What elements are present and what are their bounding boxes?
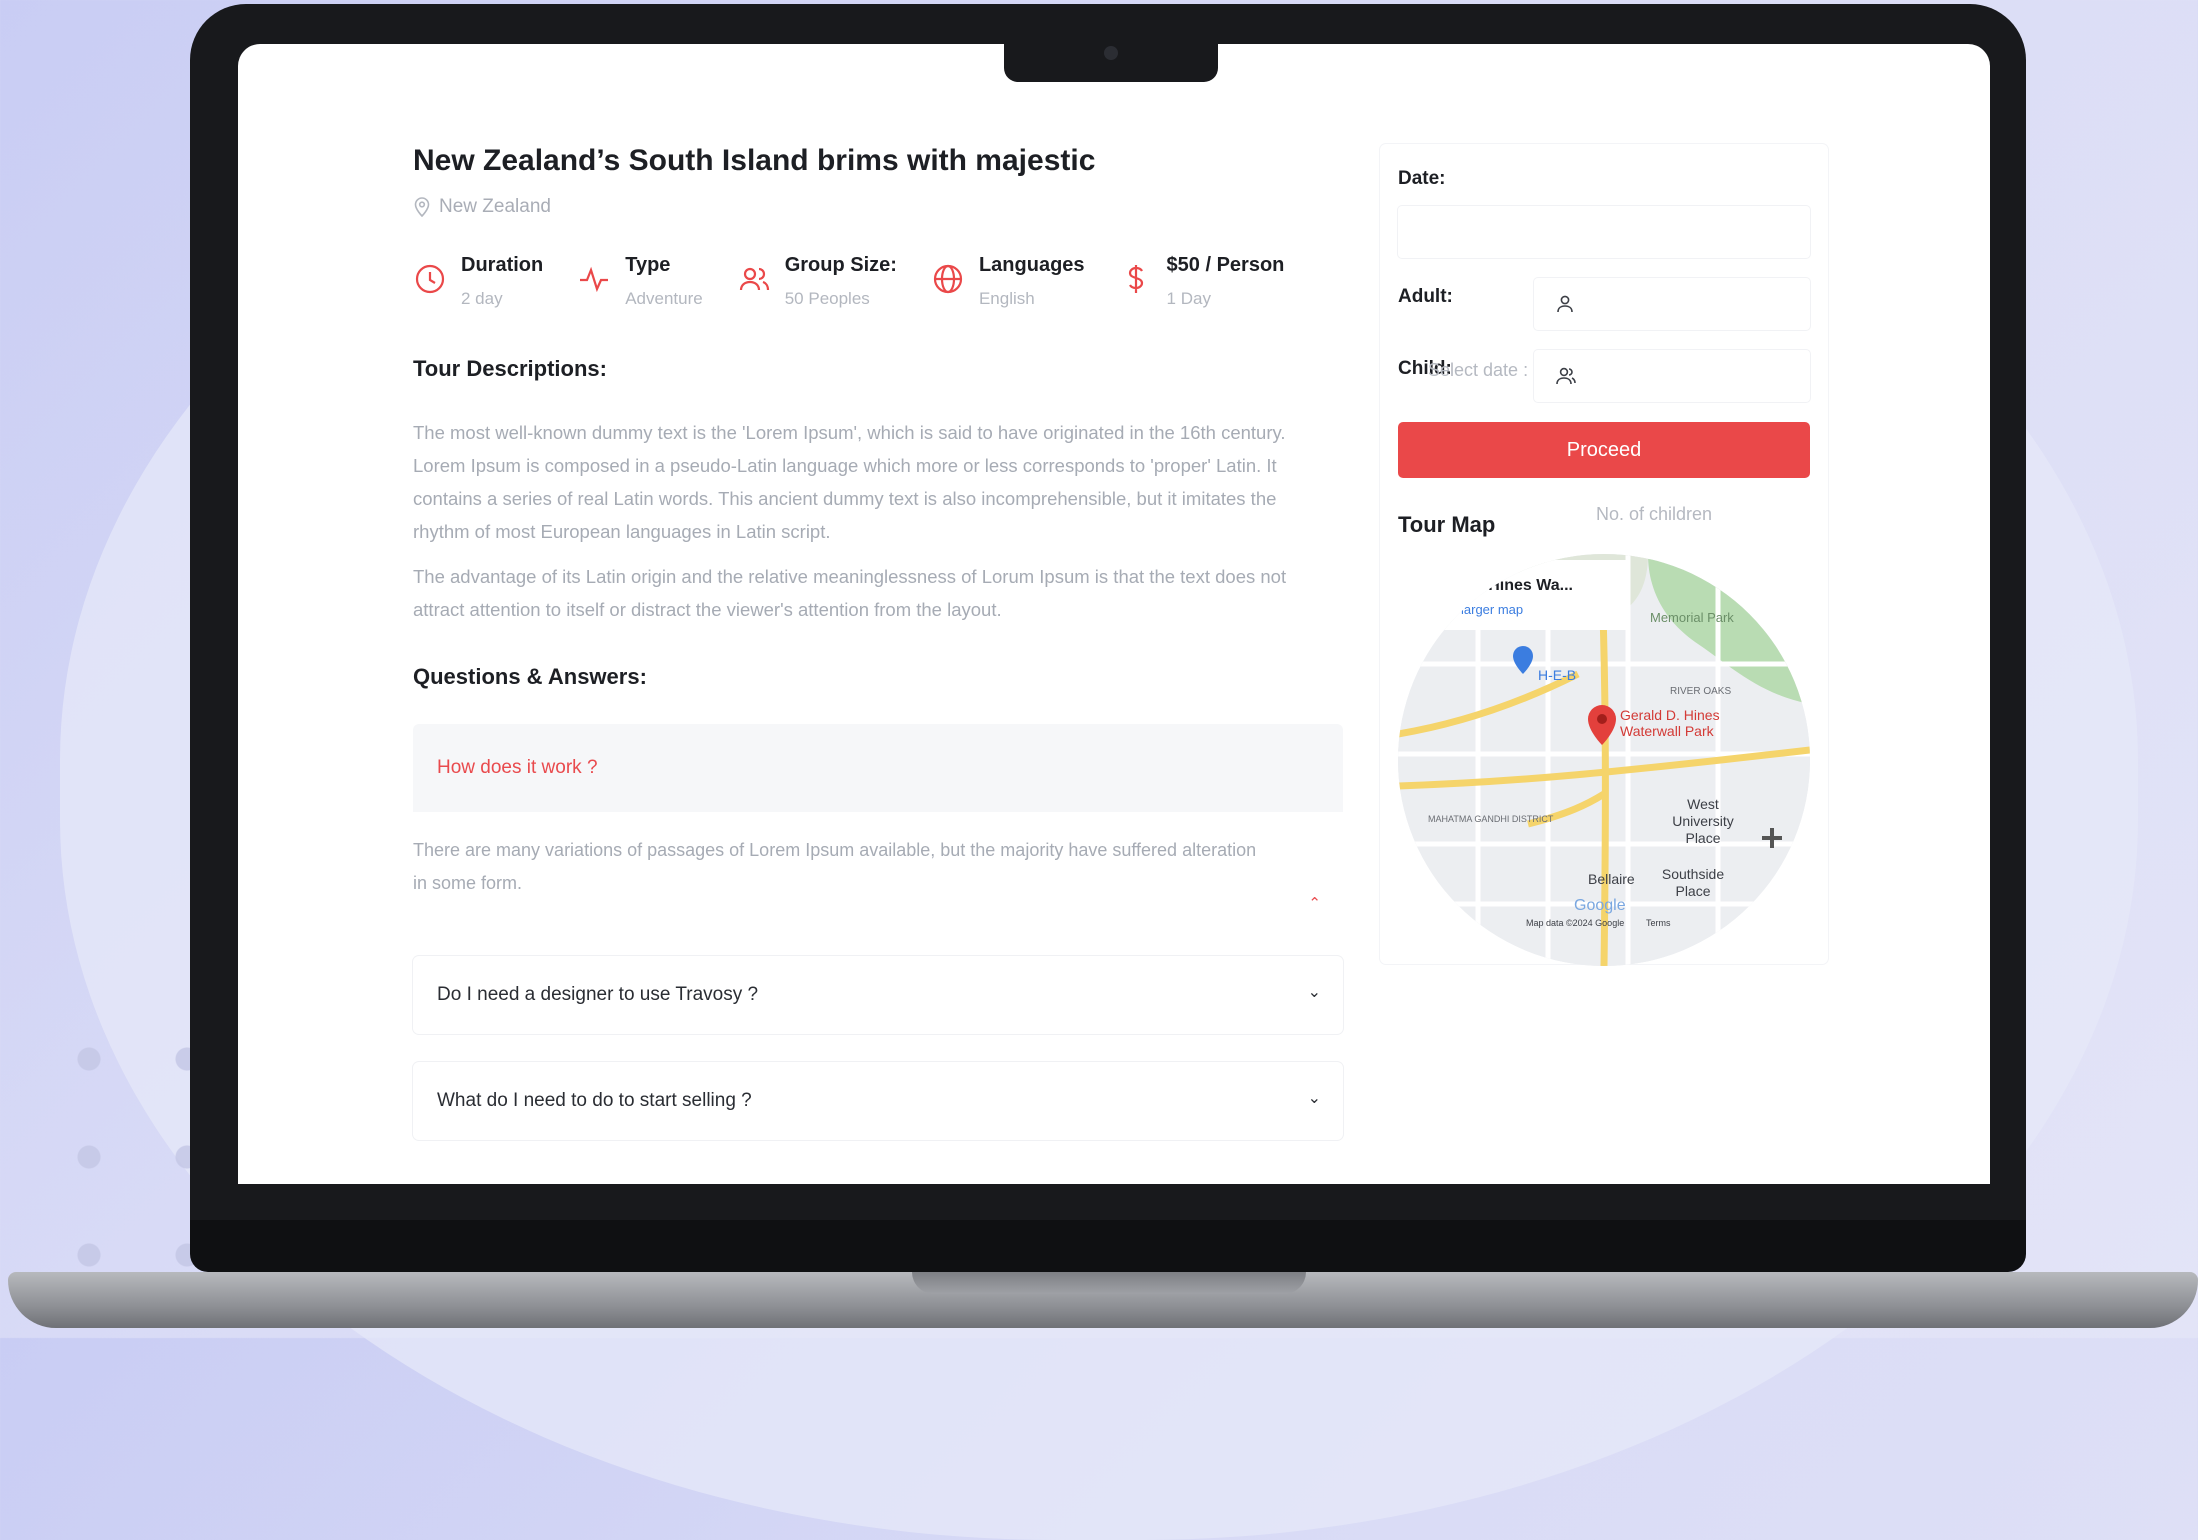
proceed-button[interactable]: Proceed — [1398, 422, 1810, 478]
qa-question-text: What do I need to do to start selling ? — [437, 1090, 752, 1111]
info-label: Group Size: — [784, 254, 897, 276]
info-label: Type — [625, 254, 671, 276]
users-icon — [1556, 367, 1576, 385]
description-paragraph-2: The advantage of its Latin origin and th… — [413, 566, 1287, 620]
tour-title: New Zealand’s South Island brims with ma… — [413, 144, 1096, 177]
camera-icon — [1104, 46, 1118, 60]
children-placeholder: No. of children — [1596, 504, 1713, 524]
map-label: MAHATMA GANDHI DISTRICT — [1428, 814, 1554, 824]
info-value: 2 day — [461, 289, 503, 308]
info-value: 1 Day — [1166, 289, 1211, 308]
map-graphic: ... D. Hines Wa... w larger map Memorial… — [1398, 554, 1810, 966]
adult-input[interactable] — [1534, 278, 1810, 330]
map-label: RIVER OAKS — [1670, 686, 1731, 697]
users-icon — [739, 267, 769, 291]
adult-label: Adult: — [1398, 286, 1453, 307]
user-icon — [1557, 295, 1573, 313]
info-label: $50 / Person — [1166, 254, 1285, 276]
date-label: Date: — [1398, 168, 1446, 189]
info-price: $50 / Person 1 Day — [1119, 254, 1285, 309]
map-terms-link[interactable]: Terms — [1646, 918, 1671, 928]
zoom-in-icon[interactable] — [1758, 824, 1786, 852]
qa-question-1[interactable]: How does it work ? — [413, 724, 1343, 812]
map-pin-icon — [414, 197, 430, 217]
description-paragraph-1: The most well-known dummy text is the 'L… — [413, 422, 1286, 542]
tour-map[interactable]: ... D. Hines Wa... w larger map Memorial… — [1398, 554, 1810, 966]
tour-info-row: Duration 2 day Type Adventure Group Size: 5… — [413, 254, 1318, 309]
chevron-down-icon[interactable]: ⌄ — [1308, 982, 1321, 1002]
globe-icon — [933, 264, 963, 294]
map-label: Bellaire — [1588, 871, 1635, 887]
chevron-down-icon[interactable]: ⌄ — [1308, 1088, 1321, 1108]
info-duration: Duration 2 day — [413, 254, 543, 309]
tour-map-title: Tour Map — [1398, 512, 1496, 537]
info-label: Duration — [461, 254, 544, 276]
map-pin-label: Gerald D. Hines Waterwall Park — [1620, 707, 1720, 739]
activity-icon — [580, 266, 609, 293]
qa-question-2[interactable]: Do I need a designer to use Travosy ? ⌄ — [413, 956, 1343, 1034]
description-heading: Tour Descriptions: — [413, 356, 607, 381]
map-label: H-E-B — [1538, 667, 1576, 683]
qa-question-3[interactable]: What do I need to do to start selling ? … — [413, 1062, 1343, 1140]
laptop-base-notch — [912, 1272, 1306, 1294]
laptop-chin — [190, 1220, 2026, 1272]
child-input[interactable] — [1534, 350, 1810, 402]
map-google-logo: Google — [1574, 897, 1626, 914]
clock-icon — [415, 264, 445, 294]
laptop-screen: New Zealand’s South Island brims with ma… — [238, 44, 1990, 1184]
info-value: English — [978, 289, 1035, 308]
info-value: Adventure — [625, 289, 703, 308]
dollar-icon — [1128, 265, 1143, 293]
info-languages: Languages English — [931, 254, 1085, 309]
tour-location: New Zealand — [413, 196, 551, 218]
date-placeholder: Select date : — [1428, 360, 1529, 380]
info-label: Languages — [978, 254, 1085, 276]
date-input[interactable] — [1398, 206, 1810, 258]
info-group-size: Group Size: 50 Peoples — [737, 254, 897, 309]
qa-item-open: How does it work ? There are many variat… — [413, 724, 1343, 924]
map-attribution: Map data ©2024 Google — [1526, 918, 1624, 928]
chevron-up-icon[interactable]: ⌃ — [1308, 894, 1321, 912]
location-text: New Zealand — [439, 196, 551, 217]
info-value: 50 Peoples — [784, 289, 870, 308]
qa-heading: Questions & Answers: — [413, 664, 647, 689]
info-type: Type Adventure — [577, 254, 703, 309]
map-label: Memorial Park — [1650, 610, 1734, 625]
qa-answer-1: There are many variations of passages of… — [413, 840, 1257, 893]
qa-question-text: Do I need a designer to use Travosy ? — [437, 984, 759, 1005]
